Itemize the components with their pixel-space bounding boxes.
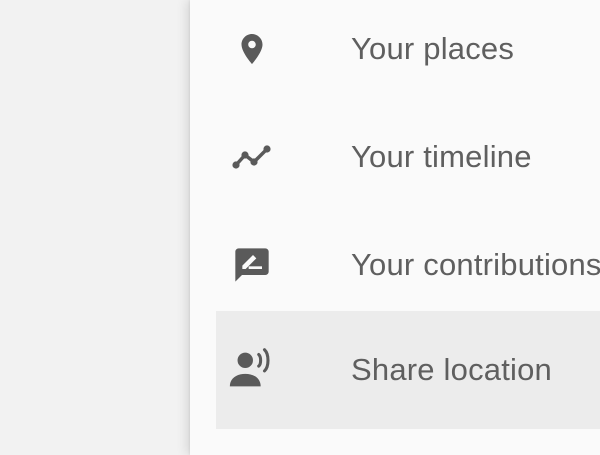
menu-item-your-places[interactable]: Your places [216,0,600,108]
screen: Your places Your timeline Your contribut… [0,0,600,455]
menu-item-label: Your contributions [351,247,600,282]
menu-item-your-timeline[interactable]: Your timeline [216,98,600,216]
contributions-icon [226,239,278,291]
menu-item-your-contributions[interactable]: Your contributions [216,206,600,324]
timeline-icon [226,131,278,183]
menu-item-share-location[interactable]: Share location [216,311,600,429]
place-pin-icon [226,23,278,75]
menu-item-label: Your places [351,31,515,66]
share-location-icon [226,343,278,395]
menu-item-label: Share location [351,352,552,387]
menu-item-label: Your timeline [351,139,532,174]
side-menu-panel: Your places Your timeline Your contribut… [190,0,600,455]
